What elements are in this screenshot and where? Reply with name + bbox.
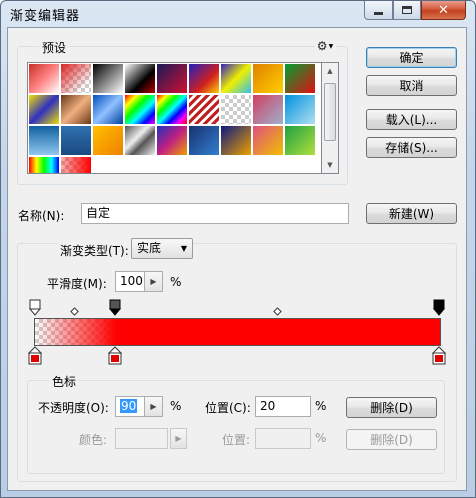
color-stops-group <box>27 380 445 474</box>
color-stepper: ▶ <box>170 428 187 449</box>
preset-swatch[interactable] <box>124 63 156 94</box>
preset-gradient-grid <box>27 62 322 174</box>
preset-swatch[interactable] <box>284 94 316 125</box>
delete-opacity-stop-button[interactable]: 删除(D) <box>346 397 437 418</box>
scroll-up-arrow[interactable]: ▲ <box>322 63 338 79</box>
cancel-button[interactable]: 取消 <box>366 75 457 96</box>
opacity-stops-track <box>28 299 446 316</box>
save-button[interactable]: 存储(S)... <box>366 137 457 158</box>
color-stop[interactable] <box>27 346 43 365</box>
close-icon: ✕ <box>438 2 449 18</box>
preset-swatch[interactable] <box>124 125 156 156</box>
opacity-location-unit: % <box>315 399 327 413</box>
midpoint-diamond[interactable] <box>273 307 282 316</box>
opacity-unit: % <box>170 399 182 413</box>
preset-swatch[interactable] <box>28 63 60 94</box>
opacity-location-label: 位置(C): <box>205 401 251 415</box>
preset-swatch[interactable] <box>220 63 252 94</box>
opacity-value: 90 <box>120 399 138 413</box>
close-button[interactable]: ✕ <box>421 1 466 20</box>
opacity-label: 不透明度(O): <box>38 401 109 415</box>
gradient-preview-bar[interactable] <box>34 318 441 346</box>
color-stops-track <box>27 346 447 365</box>
chevron-down-icon: ▼ <box>328 42 334 50</box>
maximize-button[interactable] <box>393 1 421 20</box>
scroll-down-arrow[interactable]: ▼ <box>322 157 338 173</box>
preset-swatch[interactable] <box>28 156 60 173</box>
color-location-input <box>255 428 311 449</box>
preset-swatch[interactable] <box>220 125 252 156</box>
color-swatch-input <box>115 428 168 449</box>
preset-swatch[interactable] <box>92 125 124 156</box>
preset-swatch[interactable] <box>124 94 156 125</box>
preset-swatch[interactable] <box>28 94 60 125</box>
ok-button[interactable]: 确定 <box>366 47 457 68</box>
scroll-thumb[interactable] <box>324 83 336 141</box>
name-label: 名称(N): <box>18 209 65 223</box>
opacity-stop[interactable] <box>28 299 42 316</box>
opacity-stop[interactable] <box>432 299 446 316</box>
smoothness-unit: % <box>170 275 182 289</box>
preset-swatch[interactable] <box>188 94 220 125</box>
title-bar: 渐变编辑器 ✕ <box>1 1 475 27</box>
preset-swatch[interactable] <box>188 125 220 156</box>
presets-label: 预设 <box>39 39 70 56</box>
delete-color-stop-button: 删除(D) <box>346 429 437 450</box>
smoothness-input[interactable]: 100 <box>115 271 145 292</box>
preset-swatch[interactable] <box>156 94 188 125</box>
minimize-button[interactable] <box>364 1 393 20</box>
color-label: 颜色: <box>79 433 108 447</box>
preset-swatch[interactable] <box>60 94 92 125</box>
preset-swatch[interactable] <box>92 63 124 94</box>
preset-swatch[interactable] <box>156 63 188 94</box>
preset-swatch[interactable] <box>284 125 316 156</box>
preset-swatch[interactable] <box>60 156 92 173</box>
preset-swatch[interactable] <box>252 94 284 125</box>
preset-swatch[interactable] <box>220 94 252 125</box>
chevron-down-icon: ▼ <box>180 244 187 253</box>
minimize-icon <box>374 11 383 15</box>
color-location-label: 位置: <box>222 433 251 447</box>
color-stops-label: 色标 <box>49 373 80 390</box>
midpoint-diamond[interactable] <box>70 307 79 316</box>
gear-icon: ⚙ <box>316 39 328 53</box>
preset-swatch[interactable] <box>92 94 124 125</box>
presets-scrollbar[interactable]: ▲ ▼ <box>322 62 339 174</box>
preset-swatch[interactable] <box>156 125 188 156</box>
smoothness-stepper[interactable]: ▶ <box>145 271 163 292</box>
color-stop[interactable] <box>431 346 447 365</box>
color-location-unit: % <box>315 431 327 445</box>
opacity-location-input[interactable]: 20 <box>255 396 311 417</box>
chevron-right-icon: ▶ <box>150 277 157 286</box>
preset-swatch[interactable] <box>284 63 316 94</box>
smoothness-label: 平滑度(M): <box>47 277 107 291</box>
color-stop[interactable] <box>107 346 123 365</box>
preset-swatch[interactable] <box>252 125 284 156</box>
opacity-stop-selected[interactable] <box>108 299 122 316</box>
window-title: 渐变编辑器 <box>10 9 81 24</box>
gradient-type-value: 实底 <box>137 241 162 255</box>
gradient-type-label: 渐变类型(T): <box>57 242 132 259</box>
chevron-right-icon: ▶ <box>150 402 157 411</box>
preset-swatch[interactable] <box>188 63 220 94</box>
opacity-input[interactable]: 90 <box>115 396 145 417</box>
chevron-right-icon: ▶ <box>175 434 182 443</box>
name-input[interactable]: 自定 <box>81 203 349 224</box>
preset-swatch[interactable] <box>28 125 60 156</box>
preset-swatch[interactable] <box>252 63 284 94</box>
load-button[interactable]: 载入(L)... <box>366 109 457 130</box>
presets-menu-button[interactable]: ⚙ ▼ <box>314 38 336 54</box>
new-button[interactable]: 新建(W) <box>366 203 457 224</box>
maximize-icon <box>402 6 412 14</box>
gradient-type-select[interactable]: 实底 ▼ <box>131 238 193 259</box>
preset-swatch[interactable] <box>60 125 92 156</box>
preset-swatch[interactable] <box>60 63 92 94</box>
opacity-stepper[interactable]: ▶ <box>145 396 163 417</box>
